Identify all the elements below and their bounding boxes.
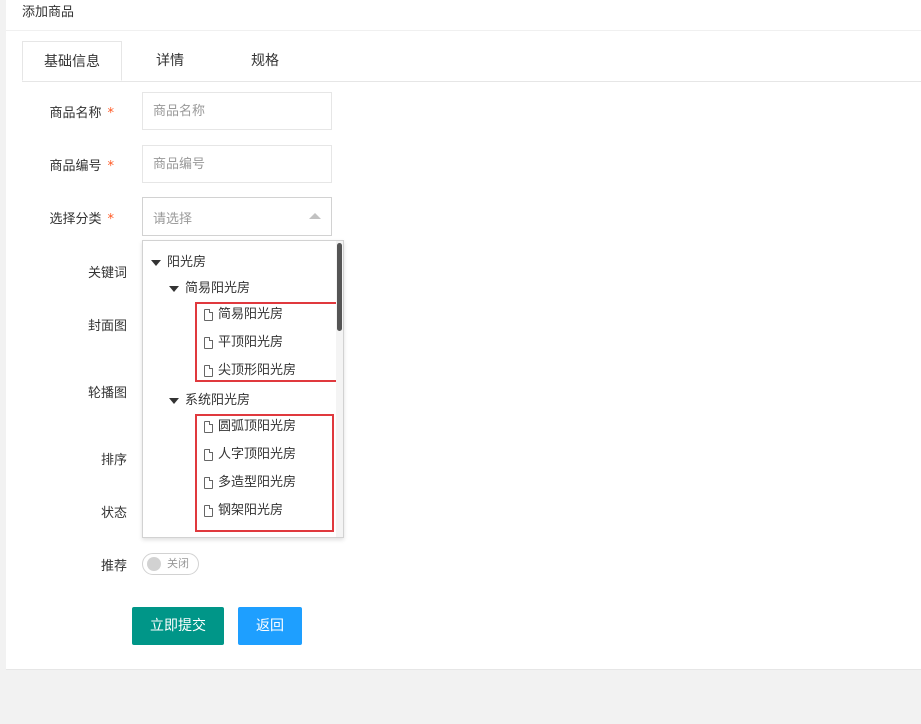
- tab-bar: 基础信息 详情 规格: [22, 41, 921, 82]
- caret-down-icon: [169, 397, 179, 404]
- cover-image-label: 封面图: [87, 319, 127, 334]
- sort-label: 排序: [100, 453, 127, 468]
- product-name-input[interactable]: [142, 92, 332, 130]
- highlight-box: [195, 302, 343, 382]
- carousel-label: 轮播图: [87, 386, 127, 401]
- category-tree-dropdown[interactable]: 阳光房 简易阳光房 简易阳光房 平顶阳光房 尖顶形阳光房 系统阳光房 圆弧顶阳光…: [142, 240, 344, 538]
- back-button[interactable]: 返回: [238, 607, 302, 645]
- status-label: 状态: [100, 506, 127, 521]
- keywords-label: 关键词: [87, 266, 127, 281]
- page-title: 添加商品: [22, 5, 75, 20]
- category-select[interactable]: 请选择: [142, 197, 332, 236]
- tab-details[interactable]: 详情: [132, 41, 208, 81]
- tab-specs[interactable]: 规格: [227, 41, 303, 81]
- recommend-label: 推荐: [100, 559, 127, 574]
- category-select-placeholder: 请选择: [153, 212, 193, 227]
- product-code-label: 商品编号 *: [49, 159, 115, 174]
- toggle-text: 关闭: [167, 557, 189, 570]
- scrollbar-track[interactable]: [336, 241, 343, 537]
- category-label: 选择分类 *: [49, 212, 115, 227]
- required-mark: *: [107, 212, 115, 227]
- tree-node-group-simple[interactable]: 简易阳光房: [169, 278, 250, 300]
- scrollbar-thumb[interactable]: [337, 243, 342, 331]
- product-name-label: 商品名称 *: [49, 106, 115, 121]
- toggle-knob: [147, 557, 161, 571]
- submit-button[interactable]: 立即提交: [132, 607, 224, 645]
- tab-basic-info[interactable]: 基础信息: [22, 41, 122, 81]
- panel-header: 添加商品: [6, 0, 921, 31]
- required-mark: *: [107, 159, 115, 174]
- tree-node-root[interactable]: 阳光房: [151, 252, 206, 274]
- caret-up-icon: [309, 213, 321, 219]
- recommend-toggle[interactable]: 关闭: [142, 553, 199, 575]
- highlight-box: [195, 414, 334, 532]
- caret-down-icon: [151, 259, 161, 266]
- tree-node-group-system[interactable]: 系统阳光房: [169, 390, 250, 412]
- required-mark: *: [107, 106, 115, 121]
- product-code-input[interactable]: [142, 145, 332, 183]
- caret-down-icon: [169, 285, 179, 292]
